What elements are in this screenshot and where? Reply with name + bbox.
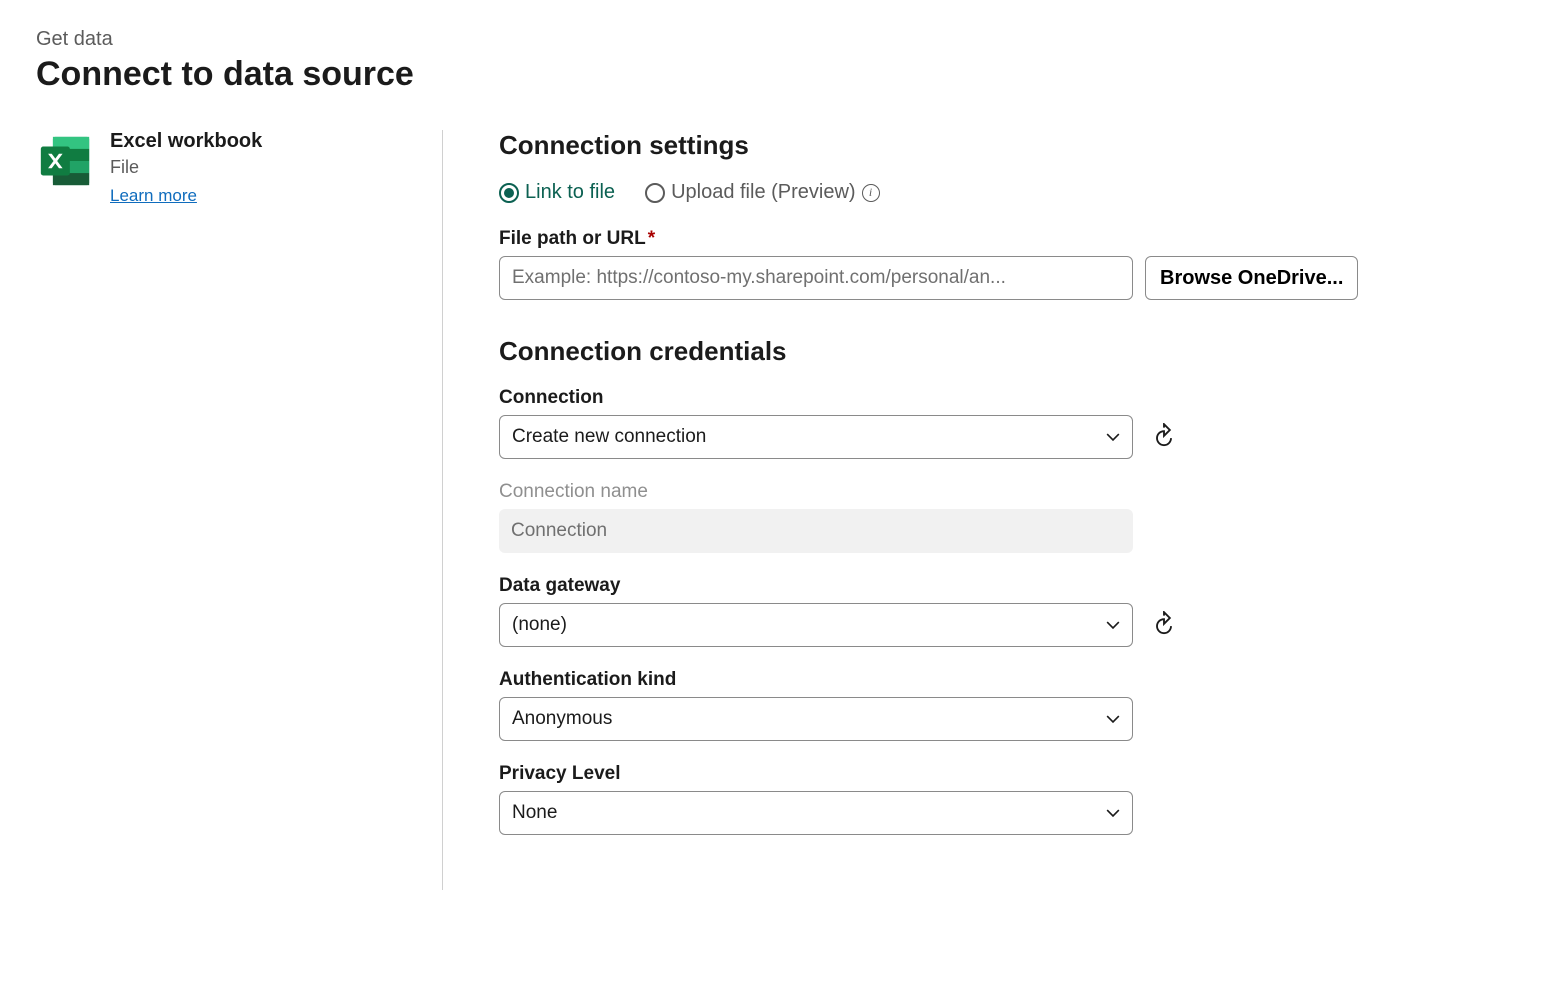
connection-select-value: Create new connection [512,426,706,448]
refresh-connection-button[interactable] [1145,418,1183,456]
connection-credentials-heading: Connection credentials [499,336,1443,367]
privacy-level-value: None [512,802,557,824]
chevron-down-icon [1106,430,1120,444]
data-gateway-label: Data gateway [499,575,1443,597]
learn-more-link[interactable]: Learn more [110,186,197,206]
source-kind: File [110,157,262,178]
chevron-down-icon [1106,712,1120,726]
source-title: Excel workbook [110,130,262,153]
radio-upload-file[interactable]: Upload file (Preview) i [645,181,880,204]
data-gateway-select[interactable]: (none) [499,603,1133,647]
data-gateway-value: (none) [512,614,567,636]
privacy-level-label: Privacy Level [499,763,1443,785]
source-summary: Excel workbook File Learn more [36,130,442,890]
breadcrumb: Get data [36,28,1509,51]
radio-upload-label: Upload file (Preview) [671,181,856,204]
privacy-level-select[interactable]: None [499,791,1133,835]
auth-kind-select[interactable]: Anonymous [499,697,1133,741]
connection-settings-heading: Connection settings [499,130,1443,161]
file-path-input[interactable] [499,256,1133,300]
chevron-down-icon [1106,806,1120,820]
connection-label: Connection [499,387,1443,409]
radio-link-label: Link to file [525,181,615,204]
radio-selected-icon [499,183,519,203]
auth-kind-value: Anonymous [512,708,612,730]
connection-select[interactable]: Create new connection [499,415,1133,459]
info-icon[interactable]: i [862,184,880,202]
browse-onedrive-button[interactable]: Browse OneDrive... [1145,256,1358,300]
radio-link-to-file[interactable]: Link to file [499,181,615,204]
connection-name-input [499,509,1133,553]
excel-icon [36,132,94,190]
required-star: * [648,228,655,249]
page-title: Connect to data source [36,55,1509,94]
file-path-label: File path or URL* [499,228,1443,250]
auth-kind-label: Authentication kind [499,669,1443,691]
connection-name-label: Connection name [499,481,1443,503]
refresh-gateway-button[interactable] [1145,606,1183,644]
chevron-down-icon [1106,618,1120,632]
radio-unselected-icon [645,183,665,203]
